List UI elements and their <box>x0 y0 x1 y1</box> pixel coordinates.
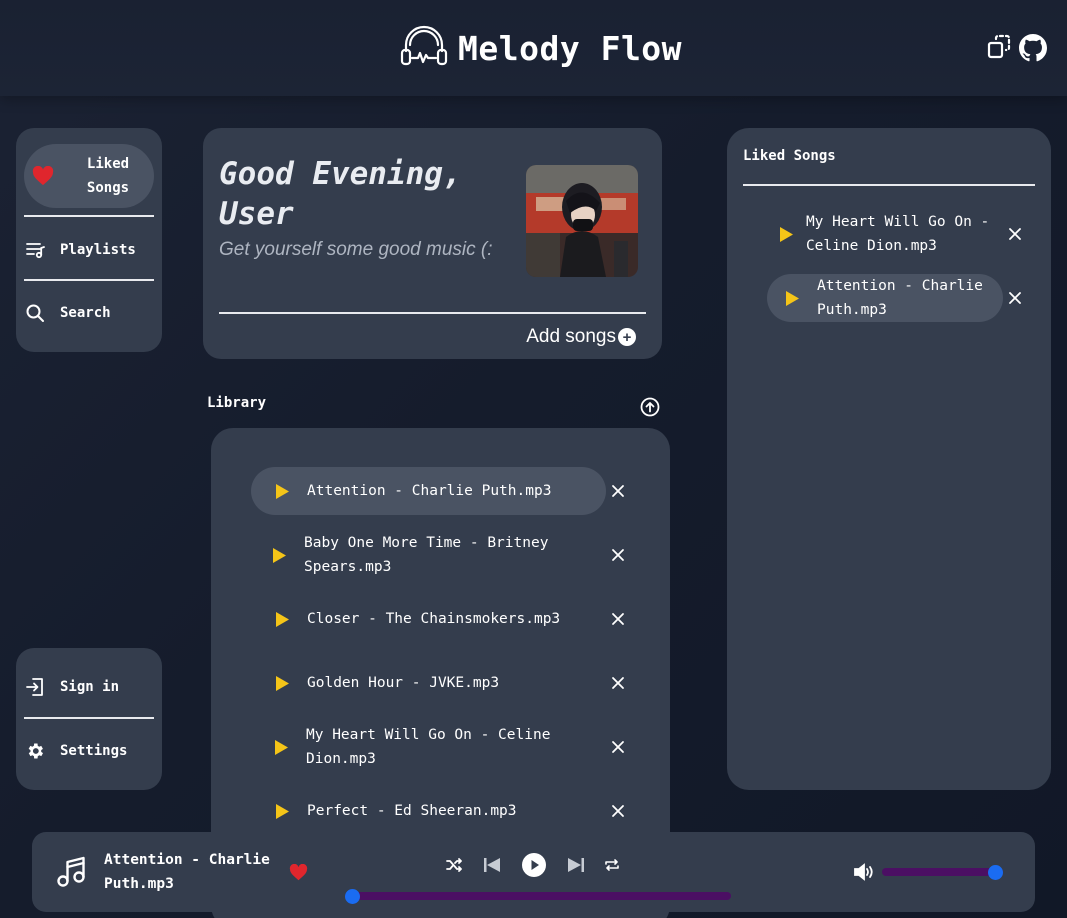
play-icon[interactable] <box>274 739 288 755</box>
play-icon[interactable] <box>275 611 289 627</box>
header-actions <box>987 34 1047 66</box>
play-icon[interactable] <box>785 290 799 306</box>
next-icon[interactable] <box>566 853 586 877</box>
greeting-title: Good Evening, User <box>219 156 462 232</box>
list-item[interactable]: Baby One More Time - Britney Spears.mp3 <box>272 531 572 579</box>
divider <box>24 717 154 719</box>
list-item[interactable]: Golden Hour - JVKE.mp3 <box>275 671 595 695</box>
list-item[interactable]: Attention - Charlie Puth.mp3 <box>767 274 1003 322</box>
divider <box>24 279 154 281</box>
seek-slider[interactable] <box>345 888 731 904</box>
list-item[interactable]: My Heart Will Go On - Celine Dion.mp3 <box>274 723 574 771</box>
list-item[interactable]: Attention - Charlie Puth.mp3 <box>251 467 606 515</box>
search-icon <box>24 303 46 323</box>
seek-thumb[interactable] <box>345 888 360 904</box>
playback-controls <box>444 853 622 877</box>
sign-in-icon <box>24 677 46 697</box>
volume-icon[interactable] <box>854 863 876 885</box>
sidebar-account: Sign in Settings <box>16 648 162 790</box>
play-pause-button[interactable] <box>522 853 546 877</box>
divider <box>219 312 646 314</box>
sidebar-item-label: Settings <box>60 743 128 759</box>
song-title: Golden Hour - JVKE.mp3 <box>307 675 500 691</box>
liked-songs-panel: Liked Songs My Heart Will Go On - Celine… <box>727 128 1051 790</box>
volume-slider[interactable] <box>882 864 1003 880</box>
song-title: My Heart Will Go On - Celine Dion.mp3 <box>306 727 551 767</box>
divider <box>743 184 1035 186</box>
github-icon[interactable] <box>1019 34 1047 66</box>
song-title: Attention - Charlie Puth.mp3 <box>817 278 983 318</box>
list-item[interactable]: Closer - The Chainsmokers.mp3 <box>275 607 595 631</box>
close-icon[interactable] <box>610 483 626 499</box>
brand: Melody Flow <box>400 25 683 71</box>
sidebar-item-settings[interactable]: Settings <box>24 739 154 763</box>
list-item[interactable]: My Heart Will Go On - Celine Dion.mp3 <box>780 210 1000 258</box>
playlist-icon <box>24 241 46 259</box>
heart-icon <box>32 166 54 186</box>
song-title: My Heart Will Go On - Celine Dion.mp3 <box>805 214 990 254</box>
play-icon[interactable] <box>780 226 794 242</box>
sidebar-item-label: Playlists <box>60 242 136 258</box>
close-icon[interactable] <box>610 803 626 819</box>
repeat-icon[interactable] <box>602 853 622 877</box>
play-icon[interactable] <box>275 675 289 691</box>
close-icon[interactable] <box>610 611 626 627</box>
list-item[interactable]: Perfect - Ed Sheeran.mp3 <box>275 799 595 823</box>
close-icon[interactable] <box>1007 290 1023 306</box>
add-songs-button[interactable]: Add songs + <box>526 326 636 348</box>
add-songs-label: Add songs <box>526 326 616 347</box>
heart-icon[interactable] <box>289 863 308 885</box>
song-title: Attention - Charlie Puth.mp3 <box>307 483 552 499</box>
previous-icon[interactable] <box>482 853 502 877</box>
sidebar-item-search[interactable]: Search <box>24 301 154 325</box>
play-icon[interactable] <box>275 483 289 499</box>
close-icon[interactable] <box>610 739 626 755</box>
library-heading: Library <box>207 395 267 411</box>
song-title: Perfect - Ed Sheeran.mp3 <box>307 803 517 819</box>
app-title: Melody Flow <box>458 28 683 68</box>
shuffle-icon[interactable] <box>444 853 464 877</box>
upload-icon[interactable] <box>640 397 660 417</box>
sidebar-item-liked-songs[interactable]: Liked Songs <box>24 144 154 208</box>
close-icon[interactable] <box>1007 226 1023 242</box>
sidebar-nav: Liked Songs Playlists Search <box>16 128 162 352</box>
sidebar-item-label: Liked Songs <box>86 156 130 196</box>
gear-icon <box>24 741 46 761</box>
now-playing-title: Attention - Charlie Puth.mp3 <box>104 852 270 892</box>
greeting-card: Good Evening, User Get yourself some goo… <box>203 128 662 359</box>
sidebar-item-label: Search <box>60 305 111 321</box>
sidebar-item-playlists[interactable]: Playlists <box>24 238 154 262</box>
close-icon[interactable] <box>610 547 626 563</box>
music-note-icon <box>56 856 86 888</box>
song-title: Closer - The Chainsmokers.mp3 <box>307 611 561 627</box>
player-bar: Attention - Charlie Puth.mp3 <box>32 832 1035 912</box>
copy-icon[interactable] <box>987 34 1011 66</box>
headphones-icon <box>400 25 448 71</box>
sidebar-item-label: Sign in <box>60 679 120 695</box>
volume-thumb[interactable] <box>988 864 1003 880</box>
liked-songs-heading: Liked Songs <box>743 148 836 164</box>
album-art-image <box>526 165 638 277</box>
sidebar-item-sign-in[interactable]: Sign in <box>24 675 154 699</box>
play-icon[interactable] <box>275 803 289 819</box>
close-icon[interactable] <box>610 675 626 691</box>
song-title: Baby One More Time - Britney Spears.mp3 <box>304 535 549 575</box>
divider <box>24 215 154 217</box>
app-header: Melody Flow <box>0 0 1067 96</box>
play-icon[interactable] <box>272 547 286 563</box>
plus-icon: + <box>618 328 636 346</box>
greeting-subtitle: Get yourself some good music (: <box>219 239 493 260</box>
